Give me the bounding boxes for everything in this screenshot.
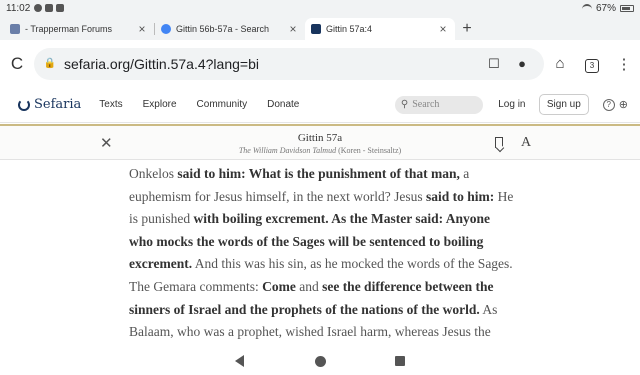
back-icon[interactable] — [235, 355, 244, 367]
text-version: The William Davidson Talmud (Koren - Ste… — [0, 146, 640, 155]
status-time: 11:02 — [6, 2, 31, 14]
close-icon[interactable]: × — [136, 22, 148, 36]
new-tab-button[interactable]: + — [455, 18, 479, 40]
favicon-icon — [311, 24, 321, 34]
signup-button[interactable]: Sign up — [538, 94, 589, 115]
bookmark-icon[interactable]: ☐ — [480, 56, 508, 72]
tab-strip: - Trapperman Forums × Gittin 56b-57a - S… — [0, 16, 640, 40]
text-title: Gittin 57a — [297, 132, 343, 144]
login-link[interactable]: Log in — [493, 99, 531, 110]
text-segment[interactable]: Onkelos said to him: What is the punishm… — [129, 163, 514, 366]
version-translator: (Koren - Steinsaltz) — [336, 146, 402, 155]
reload-icon[interactable]: C — [0, 54, 34, 74]
search-icon — [161, 24, 171, 34]
notification-icon — [34, 4, 43, 12]
close-icon[interactable]: × — [287, 22, 299, 36]
system-nav-bar — [0, 348, 640, 375]
close-icon[interactable]: × — [437, 22, 449, 36]
nav-link-community[interactable]: Community — [197, 99, 248, 110]
browser-tab-active[interactable]: Gittin 57a:4 × — [305, 18, 455, 40]
favicon-icon — [10, 24, 20, 34]
notification-icon — [56, 4, 65, 12]
logo-text: Sefaria — [34, 97, 82, 112]
microphone-icon[interactable]: ● — [508, 56, 536, 71]
nav-link-donate[interactable]: Donate — [267, 99, 299, 110]
search-input[interactable]: ⚲ Search — [394, 95, 483, 114]
logo-icon — [18, 98, 30, 111]
battery-icon — [620, 4, 634, 12]
tab-title: - Trapperman Forums — [25, 24, 113, 34]
tab-switcher-button[interactable]: 3 — [576, 55, 608, 73]
recent-apps-icon[interactable] — [395, 356, 405, 366]
scroll-fade — [0, 340, 640, 348]
browser-tab[interactable]: Gittin 56b-57a - Search × — [155, 18, 305, 40]
menu-icon[interactable]: ⋮ — [608, 55, 640, 73]
home-icon[interactable] — [315, 356, 326, 367]
nav-link-texts[interactable]: Texts — [99, 99, 122, 110]
browser-toolbar: C 🔒 sefaria.org/Gittin.57a.4?lang=bi ☐ ●… — [0, 40, 640, 87]
help-icon[interactable]: ? — [602, 98, 615, 111]
font-settings-button[interactable]: A — [521, 135, 531, 151]
nav-link-explore[interactable]: Explore — [143, 99, 177, 110]
notification-icon — [45, 4, 54, 12]
reader-header: ✕ Gittin 57a The William Davidson Talmud… — [0, 124, 640, 160]
browser-tab[interactable]: - Trapperman Forums × — [4, 18, 154, 40]
battery-percent: 67% — [595, 2, 616, 14]
tab-title: Gittin 57a:4 — [326, 24, 373, 34]
version-title: The William Davidson Talmud — [238, 146, 337, 155]
site-header: Sefaria Texts Explore Community Donate ⚲… — [0, 87, 640, 123]
search-placeholder: Search — [412, 99, 440, 110]
tab-title: Gittin 56b-57a - Search — [176, 24, 270, 34]
language-icon[interactable]: ⊕ — [619, 98, 628, 111]
url-text[interactable]: sefaria.org/Gittin.57a.4?lang=bi — [64, 56, 480, 72]
segment-paragraph: Onkelos said to him: What is the punishm… — [129, 166, 514, 362]
search-icon: ⚲ — [400, 99, 409, 110]
status-bar: 11:02 67% — [0, 0, 640, 16]
lock-icon[interactable]: 🔒 — [42, 58, 58, 69]
address-bar[interactable]: 🔒 sefaria.org/Gittin.57a.4?lang=bi ☐ ● — [34, 47, 544, 80]
home-icon[interactable]: ⌂ — [544, 55, 576, 72]
wifi-icon — [581, 4, 592, 12]
tab-count: 3 — [585, 58, 599, 73]
site-logo[interactable]: Sefaria — [18, 97, 81, 112]
bookmark-icon[interactable] — [495, 137, 503, 148]
